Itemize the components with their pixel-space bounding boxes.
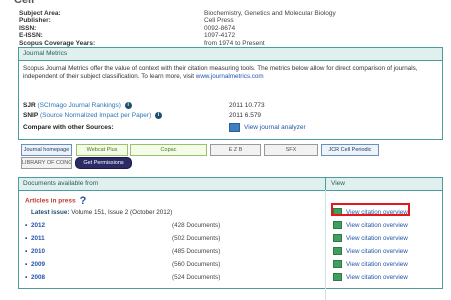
document-count: (560 Documents)	[172, 261, 221, 268]
documents-table: Documents available from View Articles i…	[18, 177, 443, 300]
snip-sub-link[interactable]: (Source Normalized Impact per Paper)	[40, 112, 151, 119]
info-row-issn: ISSN: 0092-8674	[19, 25, 439, 32]
info-row-eissn: E-ISSN: 1097-4172	[19, 32, 439, 39]
year-link[interactable]: 2010	[31, 247, 45, 256]
info-value: Cell Press	[204, 17, 234, 25]
citation-icon	[333, 260, 342, 269]
bullet-icon: ▪	[25, 248, 28, 255]
year-link[interactable]: 2011	[31, 234, 45, 243]
journal-info: Subject Area: Biochemistry, Genetics and …	[19, 10, 439, 47]
highlight-box	[331, 203, 410, 216]
sjr-value: 2011 10.773	[229, 102, 265, 109]
get-permissions-button[interactable]: Get Permissions	[75, 157, 132, 169]
info-row-coverage: Scopus Coverage Years: from 1974 to Prese…	[19, 40, 439, 47]
table-row: ▪ 2010 (485 Documents) View citation ove…	[19, 247, 442, 256]
info-value: from 1974 to Present	[204, 39, 265, 47]
bullet-icon: ▪	[25, 235, 28, 242]
citation-icon	[333, 247, 342, 256]
info-label: Scopus Coverage Years:	[19, 39, 96, 47]
info-label: ISSN:	[19, 24, 37, 32]
info-value: 0092-8674	[204, 24, 236, 32]
year-link[interactable]: 2009	[31, 260, 45, 269]
chart-icon	[229, 123, 240, 132]
sjr-label: SJR	[23, 102, 36, 109]
articles-in-press-link[interactable]: Articles in press?	[25, 195, 87, 207]
info-value: 1097-4172	[204, 32, 236, 40]
table-row: ▪ 2012 (428 Documents) View citation ove…	[19, 221, 442, 230]
jcr-button[interactable]: JCR Cell Periodic	[321, 144, 379, 156]
citation-icon	[333, 273, 342, 282]
snip-value: 2011 6.579	[229, 112, 262, 119]
document-count: (428 Documents)	[172, 222, 221, 229]
info-row-publisher: Publisher: Cell Press	[19, 17, 439, 24]
year-link[interactable]: 2012	[31, 221, 45, 230]
bullet-icon: ▪	[25, 261, 28, 268]
view-citation-overview-link[interactable]: View citation overview	[333, 260, 408, 269]
info-row-subject: Subject Area: Biochemistry, Genetics and …	[19, 10, 439, 17]
journal-metrics-description: Scopus Journal Metrics offer the value o…	[23, 65, 435, 81]
citation-icon	[333, 234, 342, 243]
snip-metric: SNIP (Source Normalized Impact per Paper…	[23, 111, 163, 120]
journalmetrics-link[interactable]: www.journalmetrics.com	[196, 73, 264, 80]
info-icon[interactable]: i	[124, 101, 132, 109]
bullet-icon: ▪	[25, 222, 28, 229]
info-value: Biochemistry, Genetics and Molecular Bio…	[204, 10, 336, 17]
citation-icon	[333, 221, 342, 230]
library-of-congress-button[interactable]: LIBRARY OF CONGRESS	[21, 157, 72, 169]
copac-button[interactable]: Copac	[130, 144, 207, 156]
bullet-icon: ▪	[25, 274, 28, 281]
table-row: ▪ 2008 (524 Documents) View citation ove…	[19, 273, 442, 282]
page-title-cut: Cell	[14, 0, 35, 6]
view-citation-overview-link[interactable]: View citation overview	[333, 221, 408, 230]
documents-table-header: Documents available from View	[19, 178, 442, 191]
year-link[interactable]: 2008	[31, 273, 45, 282]
header-view: View	[331, 180, 345, 187]
document-count: (502 Documents)	[172, 235, 221, 242]
ezb-button[interactable]: E Z B	[210, 144, 261, 156]
view-citation-overview-link[interactable]: View citation overview	[333, 247, 408, 256]
sfx-button[interactable]: SFX	[264, 144, 318, 156]
view-citation-overview-link[interactable]: View citation overview	[333, 273, 408, 282]
view-journal-analyzer-link[interactable]: View journal analyzer	[229, 123, 306, 132]
header-divider	[325, 178, 326, 190]
info-label: Subject Area:	[19, 10, 61, 17]
info-label: E-ISSN:	[19, 32, 43, 40]
document-count: (524 Documents)	[172, 274, 221, 281]
sjr-metric: SJR (SCImago Journal Rankings) i	[23, 101, 132, 110]
document-count: (485 Documents)	[172, 248, 221, 255]
view-citation-overview-link[interactable]: View citation overview	[333, 234, 408, 243]
journal-metrics-panel: Journal Metrics Scopus Journal Metrics o…	[18, 47, 443, 140]
sjr-sub-link[interactable]: (SCImago Journal Rankings)	[37, 102, 120, 109]
table-row: ▪ 2009 (560 Documents) View citation ove…	[19, 260, 442, 269]
journal-metrics-title: Journal Metrics	[19, 48, 442, 61]
table-row: ▪ 2011 (502 Documents) View citation ove…	[19, 234, 442, 243]
journal-homepage-button[interactable]: Journal homepage	[21, 144, 72, 156]
info-label: Publisher:	[19, 17, 51, 25]
help-icon[interactable]: ?	[80, 195, 87, 207]
info-icon[interactable]: i	[155, 111, 163, 119]
column-divider	[325, 190, 326, 300]
header-documents: Documents available from	[23, 180, 99, 187]
compare-label: Compare with other Sources:	[23, 124, 114, 131]
webcat-plus-button[interactable]: Webcat Plus	[76, 144, 128, 156]
snip-label: SNIP	[23, 112, 39, 119]
